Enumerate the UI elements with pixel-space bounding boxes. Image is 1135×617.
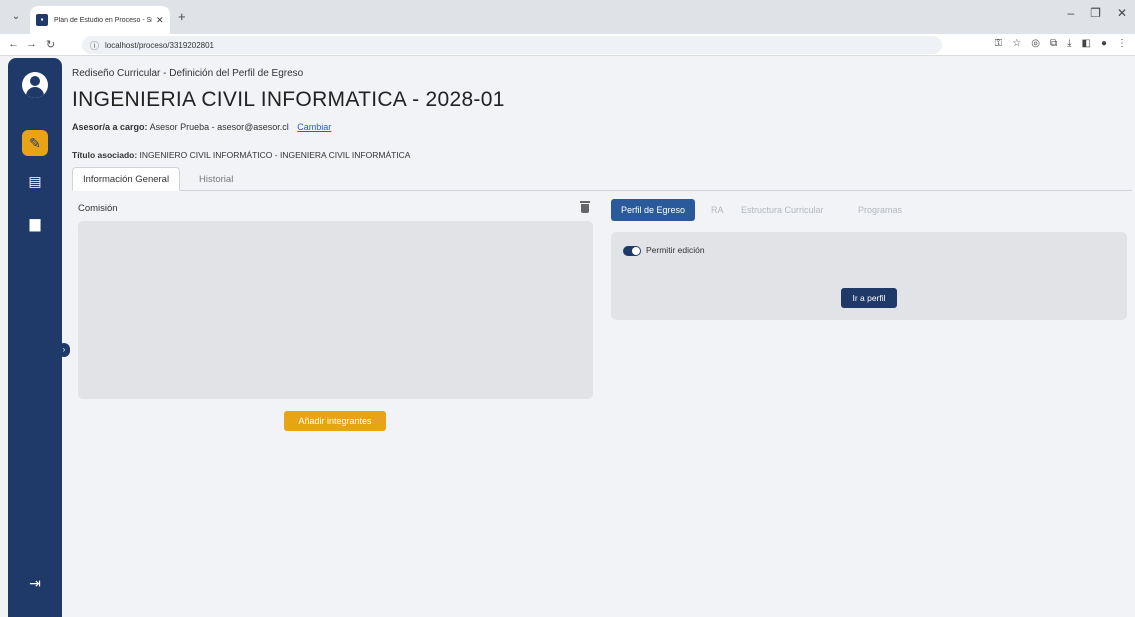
profile-panel: Permitir edición Ir a perfil (611, 232, 1127, 320)
tab-perfil-de-egreso[interactable]: Perfil de Egreso (611, 199, 696, 221)
document-icon[interactable]: ▆ (22, 210, 48, 236)
profile-icon[interactable]: ● (1101, 38, 1107, 49)
tab-title: Plan de Estudio en Proceso - Si (54, 16, 152, 24)
edit-process-icon[interactable]: ✎ (22, 130, 48, 156)
back-icon[interactable]: ← (8, 38, 19, 50)
degree-line: Título asociado: INGENIERO CIVIL INFORMÁ… (72, 150, 410, 160)
tab-close-icon[interactable]: ✕ (156, 15, 164, 26)
favicon-icon: ▪ (36, 14, 48, 26)
forward-icon[interactable]: → (26, 38, 37, 50)
degree-value: INGENIERO CIVIL INFORMÁTICO - INGENIERA … (139, 150, 411, 160)
breadcrumb: Rediseño Curricular - Definición del Per… (72, 68, 304, 79)
book-icon[interactable]: ▤ (22, 168, 48, 194)
browser-tab[interactable]: ▪ Plan de Estudio en Proceso - Si ✕ (30, 6, 170, 34)
commission-list (78, 221, 593, 399)
change-advisor-link[interactable]: Cambiar (297, 122, 331, 132)
logout-icon[interactable]: ⇥ (22, 570, 48, 596)
tab-programas[interactable]: Programas (858, 199, 902, 221)
tab-historial[interactable]: Historial (189, 167, 243, 191)
url-input[interactable]: ⓘ localhost/proceso/3319202801 (82, 36, 942, 54)
download-icon[interactable]: ⤓ (1067, 38, 1071, 49)
page-title: INGENIERIA CIVIL INFORMATICA - 2028-01 (72, 88, 505, 111)
app-sidebar: ✎ ▤ ▆ ⇥ (8, 58, 62, 617)
password-key-icon[interactable]: ⚿ (995, 38, 1003, 49)
tab-informacion-general[interactable]: Información General (72, 167, 181, 191)
degree-label: Título asociado: (72, 150, 138, 160)
sidebar-expand-icon[interactable]: › (58, 343, 70, 357)
add-members-button[interactable]: Añadir integrantes (284, 411, 386, 431)
advisor-value: Asesor Prueba - asesor@asesor.cl (149, 122, 289, 132)
bookmark-star-icon[interactable]: ☆ (1012, 38, 1021, 49)
site-info-icon[interactable]: ⓘ (90, 39, 99, 52)
browser-toolbar-icons: ⚿ ☆ ◎ ⧉ ⤓ ◧ ● ⋮ (995, 38, 1127, 49)
tab-estructura-curricular[interactable]: Estructura Curricular (741, 199, 824, 221)
main-tabs: Información General Historial (72, 167, 1132, 191)
advisor-line: Asesor/a a cargo: Asesor Prueba - asesor… (72, 122, 331, 132)
trash-icon[interactable] (580, 201, 590, 213)
puzzle-icon[interactable]: ⧉ (1050, 38, 1057, 49)
restore-button[interactable]: ❐ (1090, 6, 1101, 20)
edit-toggle-label: Permitir edición (646, 245, 705, 255)
url-text: localhost/proceso/3319202801 (105, 40, 214, 50)
user-avatar-icon[interactable] (22, 72, 48, 98)
new-tab-button[interactable]: + (178, 9, 186, 24)
tab-ra[interactable]: RA (711, 199, 724, 221)
window-controls: – ❐ ✕ (1067, 6, 1127, 20)
tab-search-icon[interactable]: ⌄ (8, 9, 24, 25)
sidebar-toggle-icon[interactable]: ◧ (1082, 38, 1091, 49)
minimize-button[interactable]: – (1067, 6, 1074, 20)
extension-icon[interactable]: ◎ (1031, 38, 1040, 49)
address-bar: ← → ↻ ⓘ localhost/proceso/3319202801 ⚿ ☆… (0, 34, 1135, 56)
edit-toggle[interactable] (623, 246, 641, 256)
browser-tab-bar: ⌄ ▪ Plan de Estudio en Proceso - Si ✕ + … (0, 0, 1135, 34)
go-to-profile-button[interactable]: Ir a perfil (841, 288, 897, 308)
advisor-label: Asesor/a a cargo: (72, 122, 148, 132)
reload-icon[interactable]: ↻ (46, 38, 55, 51)
menu-kebab-icon[interactable]: ⋮ (1117, 38, 1127, 49)
close-window-button[interactable]: ✕ (1117, 6, 1127, 20)
commission-label: Comisión (78, 203, 118, 214)
